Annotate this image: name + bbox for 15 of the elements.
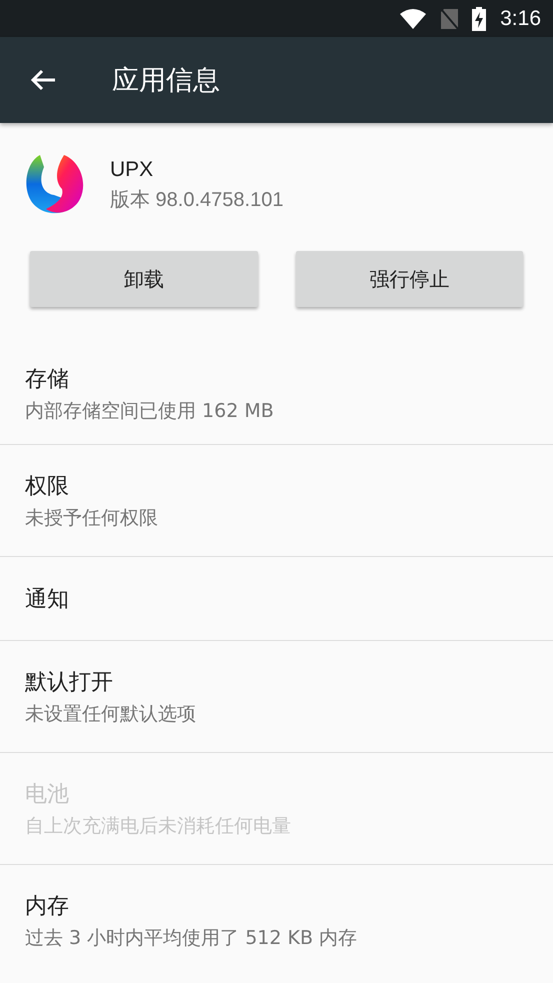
- battery-charging-icon: [472, 6, 486, 30]
- settings-item[interactable]: 内存 过去 3 小时内平均使用了 512 KB 内存: [0, 864, 553, 976]
- back-button[interactable]: [30, 69, 56, 91]
- app-name: UPX: [110, 158, 154, 182]
- no-sim-icon: [440, 8, 458, 30]
- page-title: 应用信息: [112, 64, 220, 98]
- settings-item[interactable]: 权限 未授予任何权限: [0, 444, 553, 556]
- settings-item[interactable]: 通知: [0, 556, 553, 640]
- wifi-icon: [400, 8, 426, 28]
- settings-item[interactable]: 默认打开 未设置任何默认选项: [0, 640, 553, 752]
- action-button[interactable]: 强行停止: [296, 251, 523, 307]
- clock-time: 3:16: [500, 6, 541, 30]
- app-version: 版本 98.0.4758.101: [110, 188, 284, 212]
- action-button[interactable]: 卸载: [30, 251, 258, 307]
- settings-item[interactable]: 存储 内部存储空间已使用 162 MB: [0, 344, 553, 444]
